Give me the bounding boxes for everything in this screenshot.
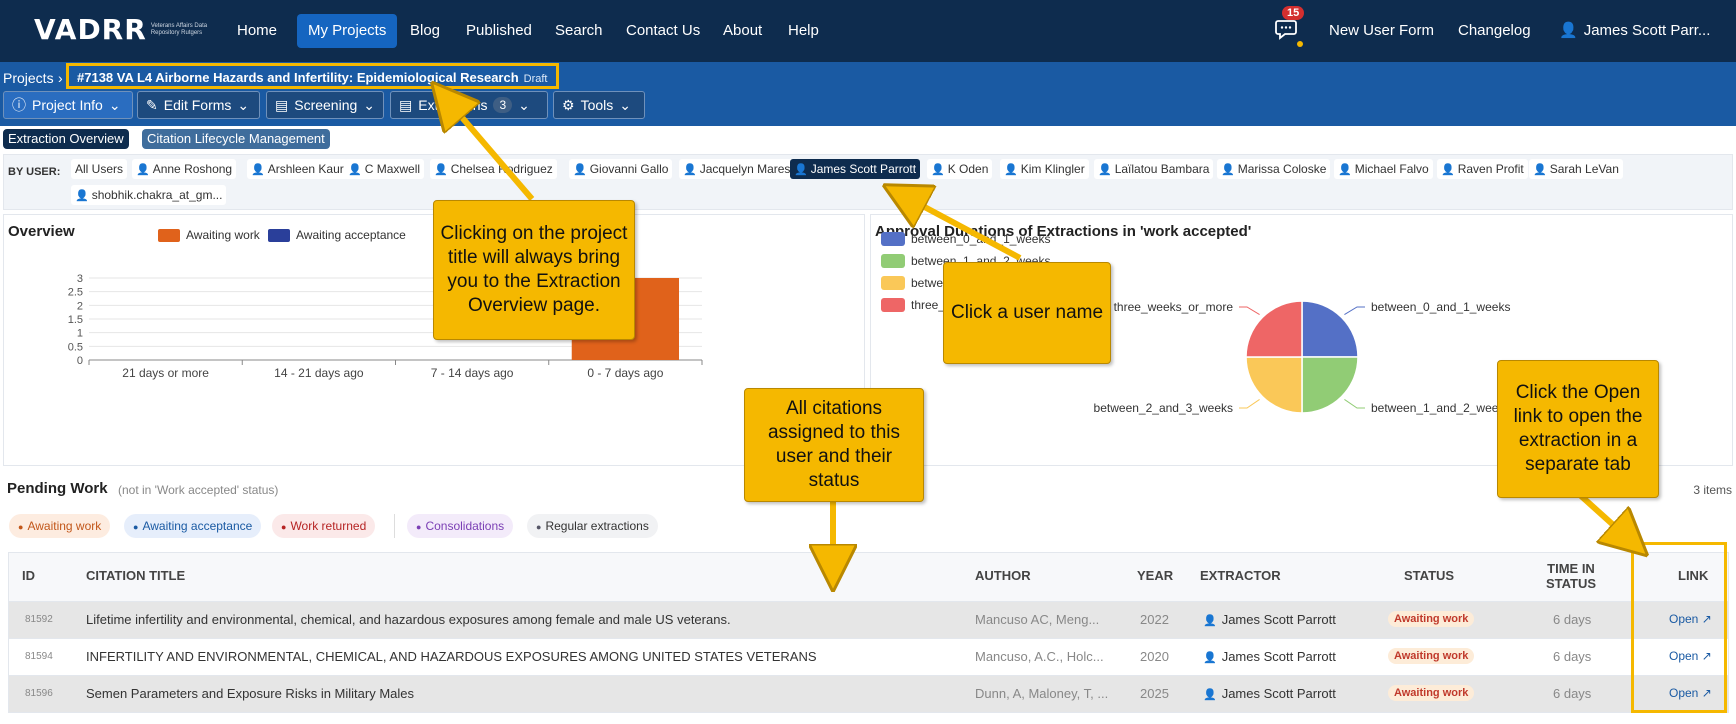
app-root: VADRR Veterans Affairs Data Repository R…: [0, 0, 1736, 724]
annotation-arrows: [0, 0, 1736, 724]
callout-citations: All citations assigned to this user and …: [744, 388, 924, 502]
arrow-to-title: [447, 100, 535, 201]
callout-project-title: Clicking on the project title will alway…: [433, 200, 635, 340]
arrow-to-user: [904, 196, 1022, 261]
callout-open-link: Click the Open link to open the extracti…: [1497, 360, 1659, 498]
callout-user-name: Click a user name: [943, 262, 1111, 364]
